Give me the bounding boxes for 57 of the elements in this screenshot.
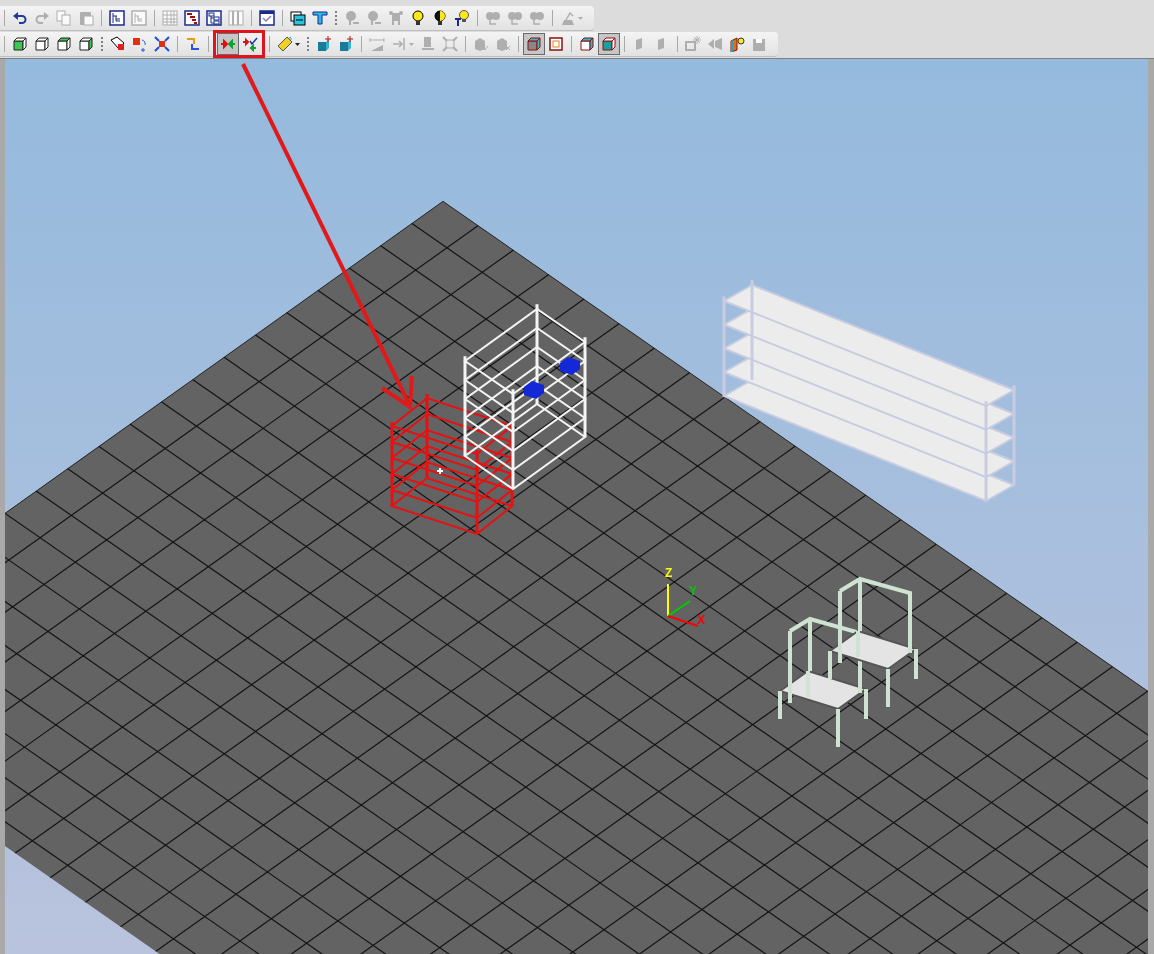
square-icon	[548, 36, 564, 52]
axis-label: Y	[689, 585, 697, 597]
shape-icon	[473, 36, 489, 52]
pin-icon	[344, 10, 360, 26]
caret-icon	[409, 42, 414, 46]
redo-icon	[34, 10, 50, 26]
light-bulb-icon	[432, 10, 448, 26]
filter-icon	[312, 10, 328, 26]
axis-label: X	[697, 614, 705, 626]
sparkle-icon	[685, 36, 701, 52]
shape-icon	[495, 36, 511, 52]
tree-icon	[131, 10, 147, 26]
arrows-check-icon	[242, 36, 258, 52]
undo-icon	[12, 10, 28, 26]
axis-label: Z	[665, 567, 673, 579]
caret-icon	[295, 42, 300, 46]
grid-icon	[162, 10, 178, 26]
paste-icon	[78, 10, 94, 26]
measure-icon	[369, 36, 385, 52]
folders-icon	[290, 10, 306, 26]
toolbar-button[interactable]	[256, 7, 278, 29]
light-bulb-icon	[410, 10, 426, 26]
pin-icon	[366, 10, 382, 26]
toolbar-button[interactable]	[598, 33, 620, 55]
arrows-icon	[220, 36, 236, 52]
light-cube-icon	[729, 36, 745, 52]
cube-icon	[78, 36, 94, 52]
toolbar-button[interactable]	[106, 7, 128, 29]
toolbar-button[interactable]	[203, 7, 225, 29]
cube-icon	[34, 36, 50, 52]
copy-icon	[56, 10, 72, 26]
window-icon	[259, 10, 275, 26]
tag-icon	[110, 36, 126, 52]
cube-icon	[526, 36, 542, 52]
arrow-left-icon	[707, 36, 723, 52]
move-icon	[132, 36, 148, 52]
3d-viewport[interactable]: Z Y X	[5, 59, 1148, 954]
cube-sparkle-icon	[316, 36, 332, 52]
cube-icon	[12, 36, 28, 52]
expand-icon	[154, 36, 170, 52]
lamp-icon	[560, 10, 576, 26]
selection-marker-icon	[436, 467, 444, 475]
tree-icon	[109, 10, 125, 26]
toolbar-button[interactable]	[181, 7, 203, 29]
align-icon	[391, 36, 407, 52]
ruler-icon	[277, 36, 293, 52]
cube-icon	[56, 36, 72, 52]
expand-icon	[442, 36, 458, 52]
cube-icon	[579, 36, 595, 52]
cube-icon	[601, 36, 617, 52]
gantt-chart-icon	[184, 10, 200, 26]
swap-icon	[185, 36, 201, 52]
caret-icon	[578, 16, 583, 20]
org-chart-icon	[206, 10, 222, 26]
cube-sparkle-icon	[338, 36, 354, 52]
columns-icon	[228, 10, 244, 26]
light-bulb-icon	[454, 10, 470, 26]
